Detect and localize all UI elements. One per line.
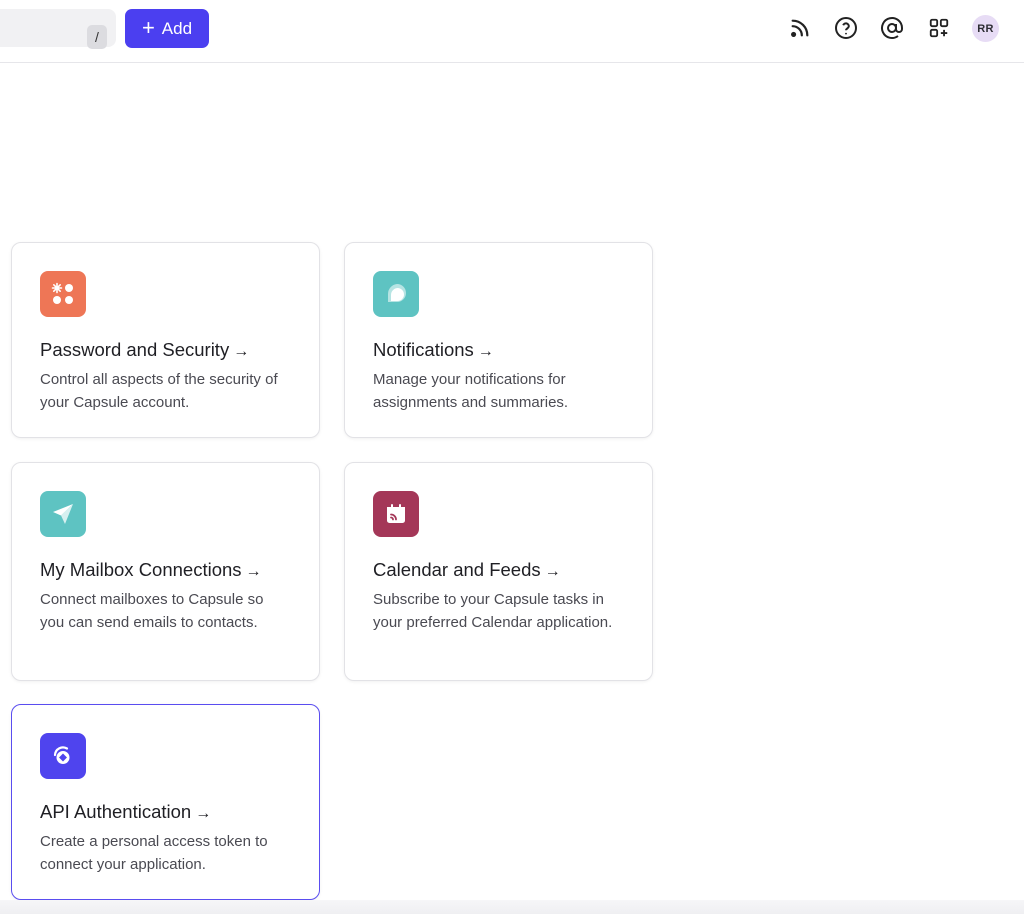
arrow-right-icon: → xyxy=(233,343,250,360)
card-notifications[interactable]: Notifications → Manage your notifications… xyxy=(344,242,653,438)
rss-feed-icon[interactable] xyxy=(787,15,813,41)
speech-bubble-icon xyxy=(373,271,419,317)
bottom-edge xyxy=(0,900,1024,914)
calendar-feed-icon xyxy=(373,491,419,537)
card-description: Manage your notifications for assignment… xyxy=(373,371,569,411)
apps-grid-icon[interactable] xyxy=(926,15,952,41)
add-button[interactable]: + Add xyxy=(125,9,209,48)
card-title: My Mailbox Connections → xyxy=(40,559,262,580)
card-mailbox-connections[interactable]: My Mailbox Connections → Connect mailboxe… xyxy=(11,462,320,681)
arrow-right-icon: → xyxy=(245,563,262,580)
card-description: Control all aspects of the security of y… xyxy=(40,371,278,411)
card-description: Connect mailboxes to Capsule so you can … xyxy=(40,591,264,631)
card-title: Calendar and Feeds → xyxy=(373,559,561,580)
add-button-label: Add xyxy=(161,18,193,38)
arrow-right-icon: → xyxy=(195,805,212,822)
card-title: Password and Security → xyxy=(40,339,250,360)
api-key-icon xyxy=(40,733,86,779)
mentions-icon[interactable] xyxy=(879,15,905,41)
arrow-right-icon: → xyxy=(477,343,494,360)
card-description: Subscribe to your Capsule tasks in your … xyxy=(373,591,613,631)
card-password-security[interactable]: Password and Security → Control all aspec… xyxy=(11,242,320,438)
search-input[interactable]: / xyxy=(0,9,116,49)
asterisk-dots-icon xyxy=(40,271,86,317)
card-calendar-feeds[interactable]: Calendar and Feeds → Subscribe to your Ca… xyxy=(344,462,653,681)
paper-plane-icon xyxy=(40,491,86,537)
avatar[interactable]: RR xyxy=(972,15,999,42)
card-description: Create a personal access token to connec… xyxy=(40,833,268,873)
search-shortcut-key: / xyxy=(87,25,107,49)
card-title: Notifications → xyxy=(373,339,494,360)
top-bar: / + Add RR xyxy=(0,0,1024,63)
card-api-authentication[interactable]: API Authentication → Create a personal ac… xyxy=(11,704,320,900)
arrow-right-icon: → xyxy=(544,563,561,580)
help-icon[interactable] xyxy=(833,15,859,41)
plus-icon: + xyxy=(141,14,155,40)
card-title: API Authentication → xyxy=(40,801,212,822)
